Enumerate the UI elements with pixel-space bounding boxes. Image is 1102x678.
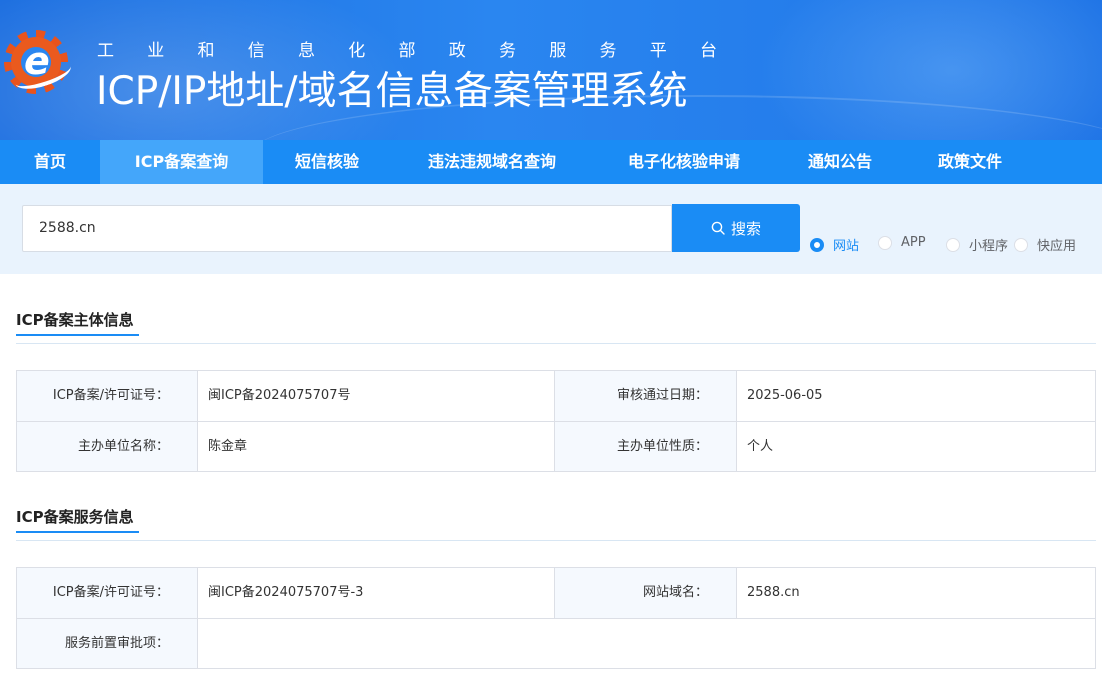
- search-input[interactable]: 2588.cn: [22, 205, 672, 252]
- subtitle-char: 工: [97, 41, 114, 61]
- field-label: 主办单位性质：: [555, 422, 737, 471]
- subtitle-char: 化: [348, 41, 366, 61]
- radio-dot-icon: [878, 235, 892, 250]
- section-title-subject: ICP备案主体信息: [16, 311, 134, 329]
- site-logo-icon[interactable]: e: [4, 24, 74, 102]
- radio-app[interactable]: APP: [878, 235, 926, 250]
- radio-mini-program[interactable]: 小程序: [946, 235, 1008, 254]
- field-label: ICP备案/许可证号：: [17, 371, 198, 421]
- nav-item-icp-query[interactable]: ICP备案查询: [100, 140, 263, 184]
- radio-quick-app[interactable]: 快应用: [1014, 235, 1076, 254]
- subtitle-char: 平: [649, 41, 667, 61]
- field-label: ICP备案/许可证号：: [17, 568, 198, 618]
- radio-label: APP: [901, 235, 926, 250]
- subtitle-char: 信: [247, 41, 265, 61]
- radio-dot-icon: [1014, 237, 1028, 252]
- header-banner: e 工 业 和 信 息 化 部 政 务 服 务 平 台 ICP/IP地址/域名信息备案管理系统: [0, 0, 1102, 140]
- section-title-underline: [16, 334, 139, 336]
- field-value: [198, 619, 1095, 668]
- radio-label: 快应用: [1037, 239, 1077, 254]
- subject-info-table: ICP备案/许可证号： 闽ICP备2024075707号 审核通过日期： 202…: [16, 370, 1096, 472]
- nav-item-home[interactable]: 首页: [0, 140, 100, 184]
- search-button[interactable]: 搜索: [672, 204, 800, 252]
- subtitle-char: 务: [599, 41, 617, 61]
- table-row: 服务前置审批项：: [17, 618, 1095, 668]
- subtitle-char: 务: [499, 41, 516, 61]
- radio-dot-icon: [946, 237, 960, 252]
- site-subtitle: 工业和信息化部政务服务平台: [97, 36, 717, 61]
- table-row: ICP备案/许可证号： 闽ICP备2024075707号 审核通过日期： 202…: [17, 371, 1095, 421]
- field-value: 闽ICP备2024075707号-3: [198, 568, 555, 618]
- subtitle-char: 息: [298, 41, 315, 61]
- nav-item-policies[interactable]: 政策文件: [905, 140, 1035, 184]
- service-info-table: ICP备案/许可证号： 闽ICP备2024075707号-3 网站域名： 258…: [16, 567, 1096, 669]
- subtitle-char: 部: [398, 41, 416, 61]
- table-row: 主办单位名称： 陈金章 主办单位性质： 个人: [17, 421, 1095, 471]
- section-title-underline: [16, 531, 139, 533]
- subtitle-char: 和: [197, 41, 215, 61]
- field-value: 2588.cn: [747, 585, 800, 600]
- subtitle-char: 台: [700, 41, 717, 61]
- subtitle-char: 服: [549, 41, 567, 61]
- field-value: 2025-06-05: [747, 388, 823, 403]
- search-icon: [711, 221, 725, 235]
- field-label: 审核通过日期：: [555, 371, 737, 421]
- search-panel: 2588.cn 搜索 网站 APP 小程序 快应用: [0, 184, 1102, 274]
- nav-item-electronic-verify[interactable]: 电子化核验申请: [593, 140, 775, 184]
- field-label: 主办单位名称：: [17, 422, 198, 471]
- site-title: ICP/IP地址/域名信息备案管理系统: [96, 69, 688, 114]
- field-label: 服务前置审批项：: [17, 619, 198, 668]
- main-nav: 首页 ICP备案查询 短信核验 违法违规域名查询 电子化核验申请 通知公告 政策…: [0, 140, 1102, 184]
- field-label: 网站域名：: [555, 568, 737, 618]
- divider: [16, 540, 1096, 541]
- radio-label: 网站: [833, 239, 860, 254]
- radio-website[interactable]: 网站: [810, 235, 859, 254]
- field-value: 个人: [747, 439, 774, 454]
- radio-dot-icon: [810, 237, 824, 252]
- divider: [16, 343, 1096, 344]
- field-value: 陈金章: [198, 422, 555, 471]
- subtitle-char: 业: [147, 41, 165, 61]
- nav-item-sms-verify[interactable]: 短信核验: [263, 140, 391, 184]
- field-value: 闽ICP备2024075707号: [198, 371, 555, 421]
- subtitle-char: 政: [448, 41, 466, 61]
- section-title-service: ICP备案服务信息: [16, 508, 134, 526]
- search-button-label: 搜索: [730, 219, 761, 238]
- radio-label: 小程序: [969, 239, 1009, 254]
- nav-item-illegal-domain[interactable]: 违法违规域名查询: [391, 140, 593, 184]
- nav-item-notices[interactable]: 通知公告: [775, 140, 905, 184]
- table-row: ICP备案/许可证号： 闽ICP备2024075707号-3 网站域名： 258…: [17, 568, 1095, 618]
